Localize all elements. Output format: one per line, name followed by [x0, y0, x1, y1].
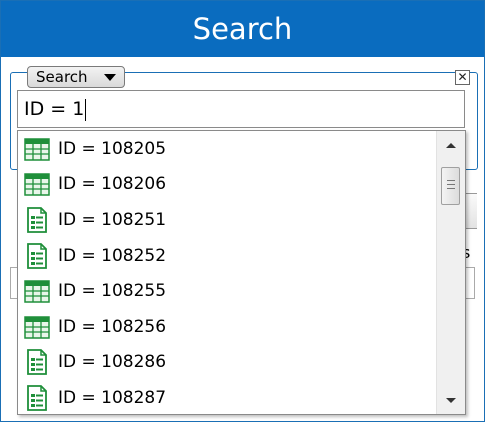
search-input-text: ID = 1: [24, 98, 85, 120]
green-grid-sheet-icon: [24, 171, 50, 197]
result-list-item[interactable]: ID = 108286: [18, 345, 438, 381]
scroll-thumb[interactable]: [441, 167, 460, 205]
green-form-document-icon: [24, 207, 50, 233]
green-grid-sheet-icon: [24, 314, 50, 340]
green-form-document-icon: [24, 242, 50, 269]
search-mode-dropdown[interactable]: Search: [27, 66, 125, 88]
green-grid-sheet-icon: [24, 278, 50, 304]
result-list-item[interactable]: ID = 108206: [18, 167, 438, 203]
scroll-down-arrow-icon[interactable]: [437, 386, 465, 414]
result-label: ID = 108256: [58, 316, 167, 337]
grip-line: [447, 184, 455, 185]
grip-line: [447, 188, 455, 189]
search-mode-label: Search: [36, 68, 88, 86]
window-title: Search: [1, 1, 484, 57]
scroll-up-arrow-icon[interactable]: [437, 131, 465, 159]
result-label: ID = 108205: [58, 138, 167, 159]
result-list-item[interactable]: ID = 108252: [18, 238, 438, 274]
result-label: ID = 108286: [58, 352, 167, 373]
search-input[interactable]: ID = 1: [17, 90, 465, 128]
results-dropdown-list[interactable]: ID = 108205 ID = 108206 ID = 108251 ID = 10…: [17, 130, 466, 415]
result-list-item[interactable]: ID = 108256: [18, 309, 438, 345]
green-form-document-icon: [24, 349, 50, 376]
result-list-item[interactable]: ID = 108251: [18, 202, 438, 238]
result-list-item[interactable]: ID = 108255: [18, 273, 438, 309]
text-caret: [85, 98, 87, 121]
green-form-document-icon: [24, 385, 50, 411]
green-grid-sheet-icon: [24, 136, 50, 162]
result-label: ID = 108252: [58, 245, 167, 266]
result-list-item[interactable]: ID = 108205: [18, 131, 438, 167]
result-list-item[interactable]: ID = 108287: [18, 380, 438, 414]
grip-line: [447, 180, 455, 181]
result-label: ID = 108206: [58, 174, 167, 195]
results-items: ID = 108205 ID = 108206 ID = 108251 ID = 10…: [18, 131, 438, 414]
dropdown-arrow-icon: [104, 74, 116, 81]
result-label: ID = 108287: [58, 387, 167, 408]
close-icon[interactable]: ✕: [455, 70, 470, 85]
result-label: ID = 108255: [58, 281, 167, 302]
result-label: ID = 108251: [58, 209, 167, 230]
vertical-scrollbar[interactable]: [436, 131, 465, 414]
